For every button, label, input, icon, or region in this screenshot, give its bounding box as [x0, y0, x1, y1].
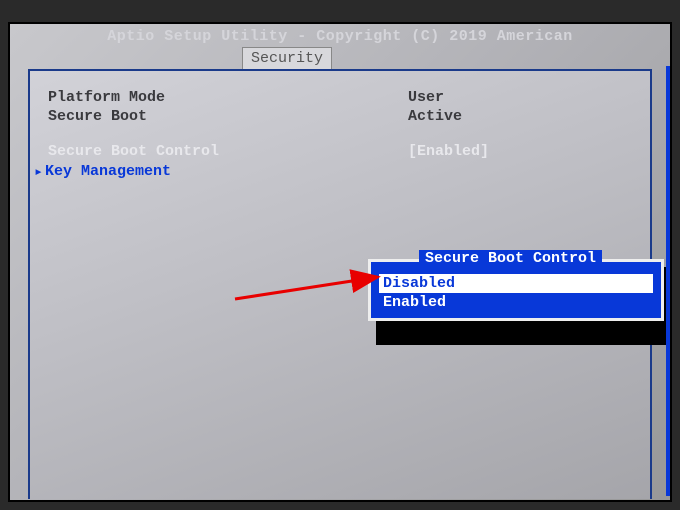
key-management-label: Key Management — [45, 163, 171, 180]
popup-container: Secure Boot Control Disabled Enabled — [368, 259, 664, 321]
secure-boot-value: Active — [408, 108, 462, 125]
secure-boot-label: Secure Boot — [48, 108, 408, 125]
right-border — [666, 66, 670, 496]
platform-mode-value: User — [408, 89, 444, 106]
option-popup: Secure Boot Control Disabled Enabled — [368, 259, 664, 321]
tab-bar: Security — [10, 47, 670, 69]
popup-option-enabled[interactable]: Enabled — [379, 293, 653, 312]
secure-boot-control-label: Secure Boot Control — [48, 143, 408, 160]
secure-boot-row: Secure Boot Active — [48, 108, 632, 125]
popup-title: Secure Boot Control — [419, 250, 602, 267]
tab-security[interactable]: Security — [242, 47, 332, 69]
submenu-arrow-icon: ▸ — [34, 162, 43, 181]
bios-title: Aptio Setup Utility - Copyright (C) 2019… — [10, 24, 670, 47]
key-management-row[interactable]: ▸ Key Management — [34, 162, 632, 181]
annotation-arrow-icon — [230, 269, 390, 309]
platform-mode-row: Platform Mode User — [48, 89, 632, 106]
platform-mode-label: Platform Mode — [48, 89, 408, 106]
secure-boot-control-row[interactable]: Secure Boot Control [Enabled] — [48, 143, 632, 160]
bios-screen: Aptio Setup Utility - Copyright (C) 2019… — [8, 22, 672, 502]
secure-boot-control-value: [Enabled] — [408, 143, 489, 160]
popup-option-disabled[interactable]: Disabled — [379, 274, 653, 293]
content-panel: Platform Mode User Secure Boot Active Se… — [28, 69, 652, 499]
